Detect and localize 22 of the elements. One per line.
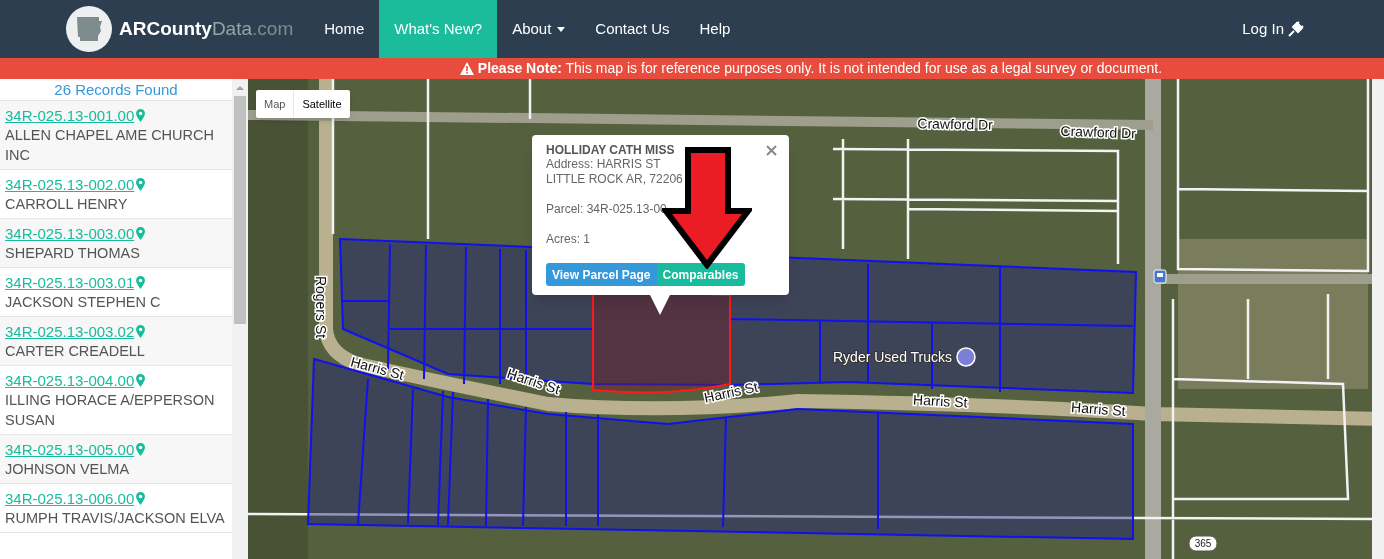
owner-name: CARTER CREADELL [5,342,146,361]
street-label: Harris St [505,365,562,398]
owner-name: ILLING HORACE A/EPPERSON SUSAN [5,391,216,430]
owner-name: JOHNSON VELMA [5,460,131,479]
popup-parcel: Parcel: 34R-025.13-00 [546,202,667,217]
street-label: Harris St [702,378,760,406]
route-number: 365 [1194,538,1212,549]
popup-title: HOLLIDAY CATH MISS [546,143,675,157]
popup-address: Address: HARRIS ST [546,157,662,172]
popup-acres: Acres: 1 [546,232,591,247]
street-label: Crawford Dr [917,115,993,133]
street-label: Harris St [1070,399,1127,419]
owner-name: ALLEN CHAPEL AME CHURCH INC [5,126,215,165]
street-label: Harris St [348,353,406,383]
street-label: Rogers St [313,275,329,339]
notice-text: Please Note: This map is for reference purposes only. It is not intended for use as a legal survey or document. [477,59,1163,78]
owner-name: JACKSON STEPHEN C [5,293,162,312]
owner-name: SHEPARD THOMAS [5,244,141,263]
popup-city: LITTLE ROCK AR, 72206 [546,172,683,187]
owner-name: CARROLL HENRY [5,195,129,214]
owner-name: RUMPH TRAVIS/JACKSON ELVA [5,509,226,528]
street-label: Harris St [912,391,968,411]
